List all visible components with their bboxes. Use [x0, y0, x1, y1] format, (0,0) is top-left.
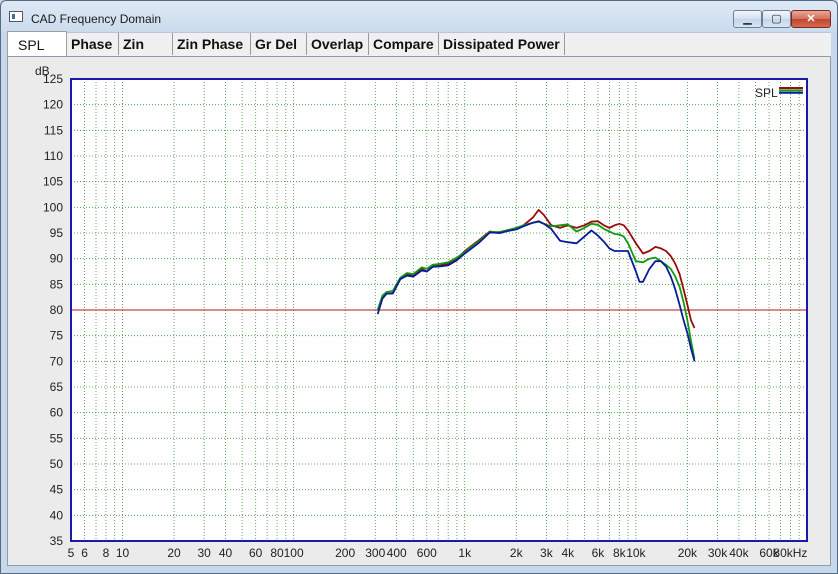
x-tick-label: 100: [284, 546, 304, 560]
x-tick-label: 1k: [458, 546, 472, 560]
tab-compare[interactable]: Compare: [369, 33, 439, 55]
x-tick-label: 3k: [540, 546, 554, 560]
tab-overlap[interactable]: Overlap: [307, 33, 369, 55]
y-tick-label: 40: [50, 508, 64, 522]
maximize-icon: ▢: [771, 13, 782, 25]
title-bar[interactable]: CAD Frequency Domain ▁ ▢ ✕: [1, 1, 837, 31]
x-tick-label: 600: [417, 546, 437, 560]
x-tick-label: 2k: [510, 546, 524, 560]
x-tick-label: 8: [103, 546, 110, 560]
y-tick-label: 70: [50, 354, 64, 368]
close-button[interactable]: ✕: [791, 10, 831, 28]
tab-bar: SPL Phase Zin Zin Phase Gr Del Overlap C…: [7, 31, 831, 57]
x-tick-label: 6k: [592, 546, 606, 560]
x-tick-label: 20: [167, 546, 181, 560]
y-unit-label: dB: [35, 64, 50, 78]
x-tick-label: 10: [116, 546, 130, 560]
y-tick-label: 50: [50, 457, 64, 471]
x-tick-label: 40: [219, 546, 233, 560]
tab-zin-phase[interactable]: Zin Phase: [173, 33, 251, 55]
app-icon[interactable]: [9, 11, 23, 22]
x-tick-label: 10k: [626, 546, 646, 560]
x-tick-label: 80kHz: [773, 546, 807, 560]
x-tick-label: 200: [335, 546, 355, 560]
x-tick-label: 4k: [561, 546, 575, 560]
x-tick-label: 30k: [708, 546, 728, 560]
y-tick-label: 110: [44, 149, 63, 163]
minimize-button[interactable]: ▁: [733, 10, 762, 28]
spl-chart[interactable]: 3540455055606570758085909510010511011512…: [7, 56, 831, 566]
y-tick-label: 85: [50, 277, 64, 291]
y-tick-label: 105: [43, 175, 63, 189]
x-tick-label: 300: [365, 546, 385, 560]
maximize-button[interactable]: ▢: [762, 10, 791, 28]
legend-label: SPL: [755, 86, 778, 100]
window-title: CAD Frequency Domain: [31, 12, 162, 26]
y-tick-label: 95: [50, 226, 64, 240]
close-icon: ✕: [806, 13, 816, 25]
app-window: CAD Frequency Domain ▁ ▢ ✕ SPL Phase Zin…: [0, 0, 838, 574]
y-tick-label: 65: [50, 380, 64, 394]
x-tick-label: 60: [249, 546, 263, 560]
x-tick-label: 5: [68, 546, 75, 560]
minimize-icon: ▁: [743, 13, 752, 25]
tab-dissipated-power[interactable]: Dissipated Power: [439, 33, 565, 55]
tab-gr-del[interactable]: Gr Del: [251, 33, 307, 55]
y-tick-label: 90: [50, 252, 64, 266]
x-tick-label: 40k: [729, 546, 749, 560]
y-tick-label: 35: [50, 534, 64, 548]
x-tick-label: 30: [197, 546, 211, 560]
y-tick-labels: 35 40 45 50 55 60 65 70 75 80 85 90 95 100 105 110 115 12…: [43, 72, 63, 548]
tab-spl[interactable]: SPL: [7, 31, 67, 57]
y-tick-label: 55: [50, 431, 64, 445]
x-tick-label: 20k: [678, 546, 698, 560]
tab-phase[interactable]: Phase: [67, 33, 119, 55]
y-tick-label: 80: [50, 303, 64, 317]
x-tick-label: 80: [270, 546, 284, 560]
x-tick-labels: 5 6 8 10 20 30 40 60 80 100 200 300 400 600 1k 2k 3k 4k 6k…: [68, 546, 808, 560]
x-tick-label: 6: [81, 546, 88, 560]
y-tick-label: 120: [43, 98, 63, 112]
y-tick-label: 115: [44, 123, 63, 137]
y-tick-label: 75: [50, 329, 64, 343]
x-tick-label: 8k: [613, 546, 627, 560]
y-tick-label: 100: [43, 200, 63, 214]
tab-zin[interactable]: Zin: [119, 33, 173, 55]
y-tick-label: 60: [50, 406, 64, 420]
x-tick-label: 400: [387, 546, 407, 560]
y-tick-label: 45: [50, 483, 64, 497]
